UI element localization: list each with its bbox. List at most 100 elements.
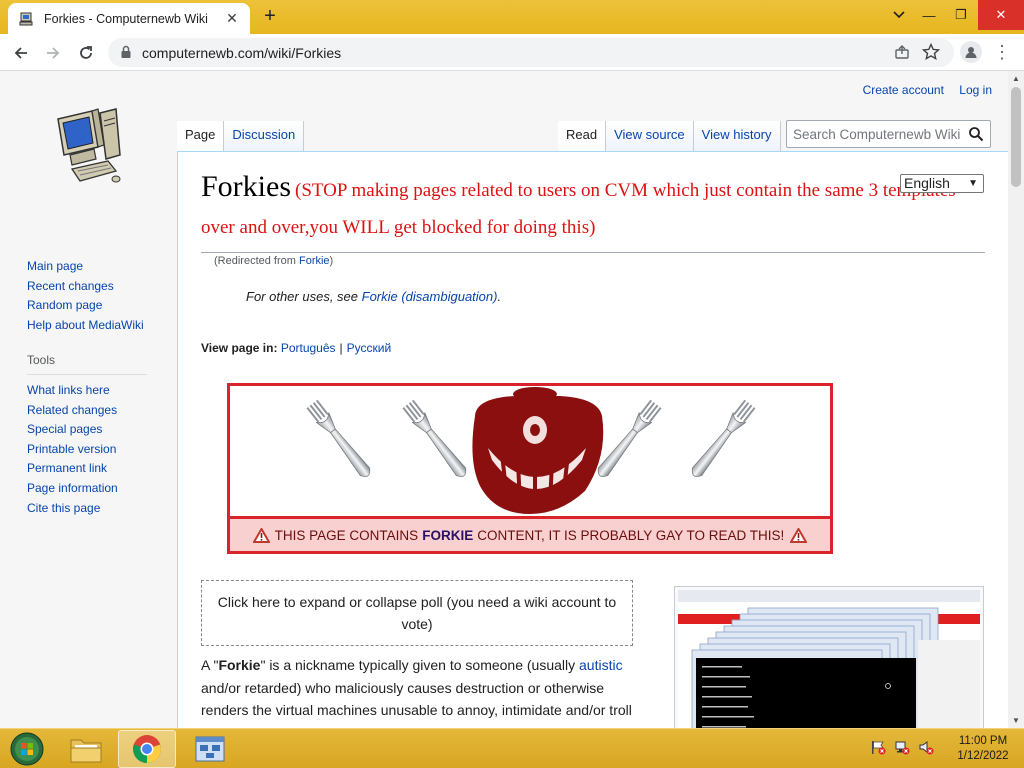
- hatnote: For other uses, see Forkie (disambiguati…: [246, 289, 502, 304]
- sidebar-item-recent-changes[interactable]: Recent changes: [27, 277, 167, 297]
- sidebar: Main page Recent changes Random page Hel…: [27, 257, 167, 518]
- chevron-down-icon: ▼: [968, 178, 978, 189]
- system-tray: [870, 739, 934, 755]
- lock-icon[interactable]: [120, 45, 132, 59]
- forward-button[interactable]: [40, 40, 66, 66]
- fork-icon: [305, 398, 375, 481]
- browser-menu-icon[interactable]: ⋮: [992, 42, 1012, 64]
- clock-date: 1/12/2022: [957, 750, 1009, 762]
- page-scrollbar[interactable]: ▲ ▼: [1008, 71, 1024, 728]
- namespace-tabs: Page Discussion: [177, 121, 305, 151]
- sidebar-item-printable-version[interactable]: Printable version: [27, 440, 167, 460]
- screenshot-thumbnail[interactable]: [674, 586, 984, 728]
- tab-title: Forkies - Computernewb Wiki: [44, 11, 208, 26]
- page-title: Forkies (STOP making pages related to us…: [201, 170, 985, 253]
- autistic-link[interactable]: autistic: [579, 657, 623, 673]
- windows-start-orb-icon: [10, 732, 44, 766]
- taskbar-explorer[interactable]: [62, 730, 110, 768]
- share-icon[interactable]: [894, 44, 910, 60]
- forkie-bold-term: Forkie: [218, 657, 261, 673]
- lang-link-russian[interactable]: Русский: [347, 341, 392, 355]
- network-status-icon[interactable]: [894, 739, 910, 755]
- log-in-link[interactable]: Log in: [959, 83, 992, 97]
- browser-tab[interactable]: Forkies - Computernewb Wiki ✕: [8, 3, 250, 34]
- sidebar-item-page-information[interactable]: Page information: [27, 479, 167, 499]
- restore-button[interactable]: ❐: [944, 0, 978, 30]
- tab-view-history[interactable]: View history: [693, 121, 781, 151]
- tab-page[interactable]: Page: [177, 121, 225, 151]
- warning-triangle-icon: [252, 527, 270, 543]
- tab-search-chevron-icon[interactable]: [882, 0, 916, 30]
- tools-heading: Tools: [27, 351, 147, 375]
- search-placeholder: Search Computernewb Wiki: [793, 127, 961, 142]
- minimize-button[interactable]: —: [912, 0, 946, 30]
- redirect-link[interactable]: Forkie: [299, 255, 330, 267]
- profile-avatar-icon[interactable]: [960, 41, 982, 63]
- lang-link-portuguese[interactable]: Português: [281, 341, 336, 355]
- network-window-icon: [195, 736, 225, 762]
- sidebar-item-permanent-link[interactable]: Permanent link: [27, 459, 167, 479]
- search-icon[interactable]: [968, 126, 984, 142]
- tab-close-icon[interactable]: ✕: [224, 10, 240, 27]
- fork-icon: [401, 398, 471, 481]
- view-tabs: Read View source View history: [558, 121, 781, 151]
- personal-tools: Create account Log in: [851, 83, 992, 97]
- content-area: Forkies (STOP making pages related to us…: [177, 151, 1008, 728]
- start-button[interactable]: [6, 730, 48, 768]
- action-center-flag-icon[interactable]: [870, 739, 886, 755]
- language-select[interactable]: English ▼: [900, 174, 984, 193]
- scroll-down-icon[interactable]: ▼: [1012, 716, 1020, 725]
- banner-warning-bar: THIS PAGE CONTAINS FORKIE CONTENT, IT IS…: [227, 516, 833, 554]
- banner-text-bold: FORKIE: [422, 527, 474, 543]
- forks-and-face-image: [305, 387, 757, 514]
- back-button[interactable]: [8, 40, 34, 66]
- back-arrow-icon: [14, 47, 27, 59]
- taskbar-clock[interactable]: 11:00 PM 1/12/2022: [948, 734, 1018, 764]
- close-window-button[interactable]: ✕: [978, 0, 1024, 30]
- sidebar-item-main-page[interactable]: Main page: [27, 257, 167, 277]
- sidebar-item-cite-this-page[interactable]: Cite this page: [27, 499, 167, 519]
- sidebar-item-random-page[interactable]: Random page: [27, 296, 167, 316]
- tab-discussion[interactable]: Discussion: [224, 121, 305, 151]
- clock-time: 11:00 PM: [958, 735, 1008, 747]
- taskbar-network[interactable]: [182, 730, 238, 768]
- page-viewport: Create account Log in Main page Recent c…: [0, 71, 1008, 728]
- sidebar-item-what-links-here[interactable]: What links here: [27, 381, 167, 401]
- taskbar-chrome[interactable]: [118, 730, 176, 768]
- search-input[interactable]: Search Computernewb Wiki: [786, 120, 991, 148]
- address-bar[interactable]: computernewb.com/wiki/Forkies: [108, 38, 954, 67]
- folder-icon: [70, 739, 102, 763]
- wiki-favicon-icon: [19, 12, 33, 25]
- view-page-in: View page in: Português | Русский: [201, 341, 392, 355]
- browser-titlebar: Forkies - Computernewb Wiki ✕ + — ❐ ✕: [0, 0, 1024, 34]
- new-tab-button[interactable]: +: [259, 5, 281, 27]
- sidebar-item-help[interactable]: Help about MediaWiki: [27, 316, 167, 336]
- sidebar-item-related-changes[interactable]: Related changes: [27, 401, 167, 421]
- reload-button[interactable]: [73, 40, 99, 66]
- forkie-warning-banner: THIS PAGE CONTAINS FORKIE CONTENT, IT IS…: [227, 383, 833, 554]
- browser-toolbar: computernewb.com/wiki/Forkies ⋮: [0, 34, 1024, 71]
- grinning-face-icon: [472, 387, 604, 514]
- create-account-link[interactable]: Create account: [863, 83, 944, 97]
- wiki-logo[interactable]: [50, 107, 125, 192]
- tab-view-source[interactable]: View source: [606, 121, 694, 151]
- disambiguation-link[interactable]: Forkie (disambiguation): [362, 289, 498, 304]
- page-title-name: Forkies: [201, 170, 291, 203]
- bookmark-star-icon[interactable]: [922, 43, 940, 61]
- view-page-in-label: View page in:: [201, 341, 278, 355]
- sidebar-item-special-pages[interactable]: Special pages: [27, 420, 167, 440]
- language-select-value: English: [904, 175, 950, 191]
- cmd-windows-screenshot: [678, 590, 980, 728]
- scroll-up-icon[interactable]: ▲: [1012, 74, 1020, 83]
- forward-arrow-icon: [47, 47, 60, 59]
- volume-muted-icon[interactable]: [918, 739, 934, 755]
- redirect-note: (Redirected from Forkie): [214, 255, 334, 267]
- scrollbar-thumb[interactable]: [1011, 87, 1021, 187]
- fork-icon: [687, 398, 757, 481]
- reload-icon: [80, 46, 92, 59]
- url-text[interactable]: computernewb.com/wiki/Forkies: [142, 45, 341, 61]
- chrome-icon: [133, 735, 161, 763]
- tab-read[interactable]: Read: [558, 121, 607, 151]
- page-title-warning: (STOP making pages related to users on C…: [201, 180, 956, 238]
- poll-toggle[interactable]: Click here to expand or collapse poll (y…: [201, 580, 633, 646]
